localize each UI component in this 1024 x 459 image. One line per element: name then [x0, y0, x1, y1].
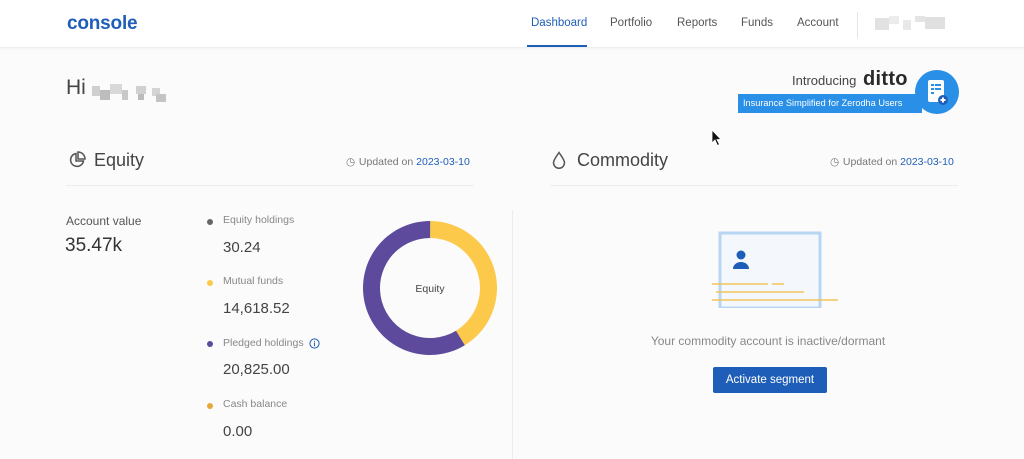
commodity-inactive-message: Your commodity account is inactive/dorma… [650, 334, 886, 348]
user-name-redacted [92, 84, 168, 102]
cash-balance-label: Cash balance [223, 398, 288, 410]
commodity-divider [550, 185, 958, 186]
nav-divider [857, 12, 858, 38]
nav-dashboard[interactable]: Dashboard [531, 17, 587, 29]
drop-icon [552, 151, 566, 169]
user-menu[interactable] [875, 16, 951, 34]
equity-divider [66, 185, 474, 186]
commodity-updated-label: Updated on [842, 156, 898, 168]
commodity-updated-date: 2023-03-10 [900, 156, 954, 168]
legend-dot-mutual-funds [207, 280, 213, 286]
greeting-text: Hi [66, 76, 86, 99]
inactive-account-illustration [712, 231, 838, 308]
legend-dot-pledged-holdings [207, 341, 213, 347]
equity-holdings-value: 30.24 [223, 239, 261, 256]
equity-holdings-label: Equity holdings [223, 214, 295, 226]
account-value: 35.47k [65, 235, 123, 256]
pledged-holdings-value: 20,825.00 [223, 361, 290, 378]
ditto-icon [915, 70, 959, 114]
console-logo[interactable]: console [67, 13, 138, 35]
equity-updated: ◷ Updated on 2023-03-10 [346, 156, 470, 168]
clock-icon: ◷ [830, 156, 840, 168]
activate-segment-button[interactable]: Activate segment [713, 367, 827, 393]
equity-title: Equity [94, 150, 145, 170]
clock-icon: ◷ [346, 156, 356, 168]
banner-tagline: Insurance Simplified for Zerodha Users [738, 94, 922, 113]
pledged-holdings-label: Pledged holdings [223, 337, 304, 349]
legend-dot-cash-balance [207, 403, 213, 409]
equity-updated-date: 2023-03-10 [416, 156, 470, 168]
nav-account[interactable]: Account [797, 17, 839, 29]
commodity-title: Commodity [577, 150, 669, 170]
mouse-cursor-icon [711, 129, 722, 147]
commodity-updated: ◷ Updated on 2023-03-10 [830, 156, 954, 168]
nav-portfolio[interactable]: Portfolio [610, 17, 652, 29]
nav-funds[interactable]: Funds [741, 17, 773, 29]
equity-updated-label: Updated on [358, 156, 414, 168]
nav-reports[interactable]: Reports [677, 17, 717, 29]
info-icon[interactable] [309, 338, 320, 349]
mutual-funds-label: Mutual funds [223, 275, 284, 287]
account-value-label: Account value [66, 214, 142, 228]
legend-dot-equity-holdings [207, 219, 213, 225]
donut-center-label: Equity [415, 283, 445, 295]
banner-intro: Introducing [792, 73, 857, 88]
equity-donut-chart: Equity [363, 221, 497, 355]
mutual-funds-value: 14,618.52 [223, 300, 290, 317]
top-navbar: console Dashboard Portfolio Reports Fund… [0, 0, 1024, 48]
active-tab-indicator [527, 45, 587, 47]
pie-chart-icon [69, 151, 86, 168]
cash-balance-value: 0.00 [223, 423, 253, 440]
banner-brand: ditto [863, 68, 908, 90]
